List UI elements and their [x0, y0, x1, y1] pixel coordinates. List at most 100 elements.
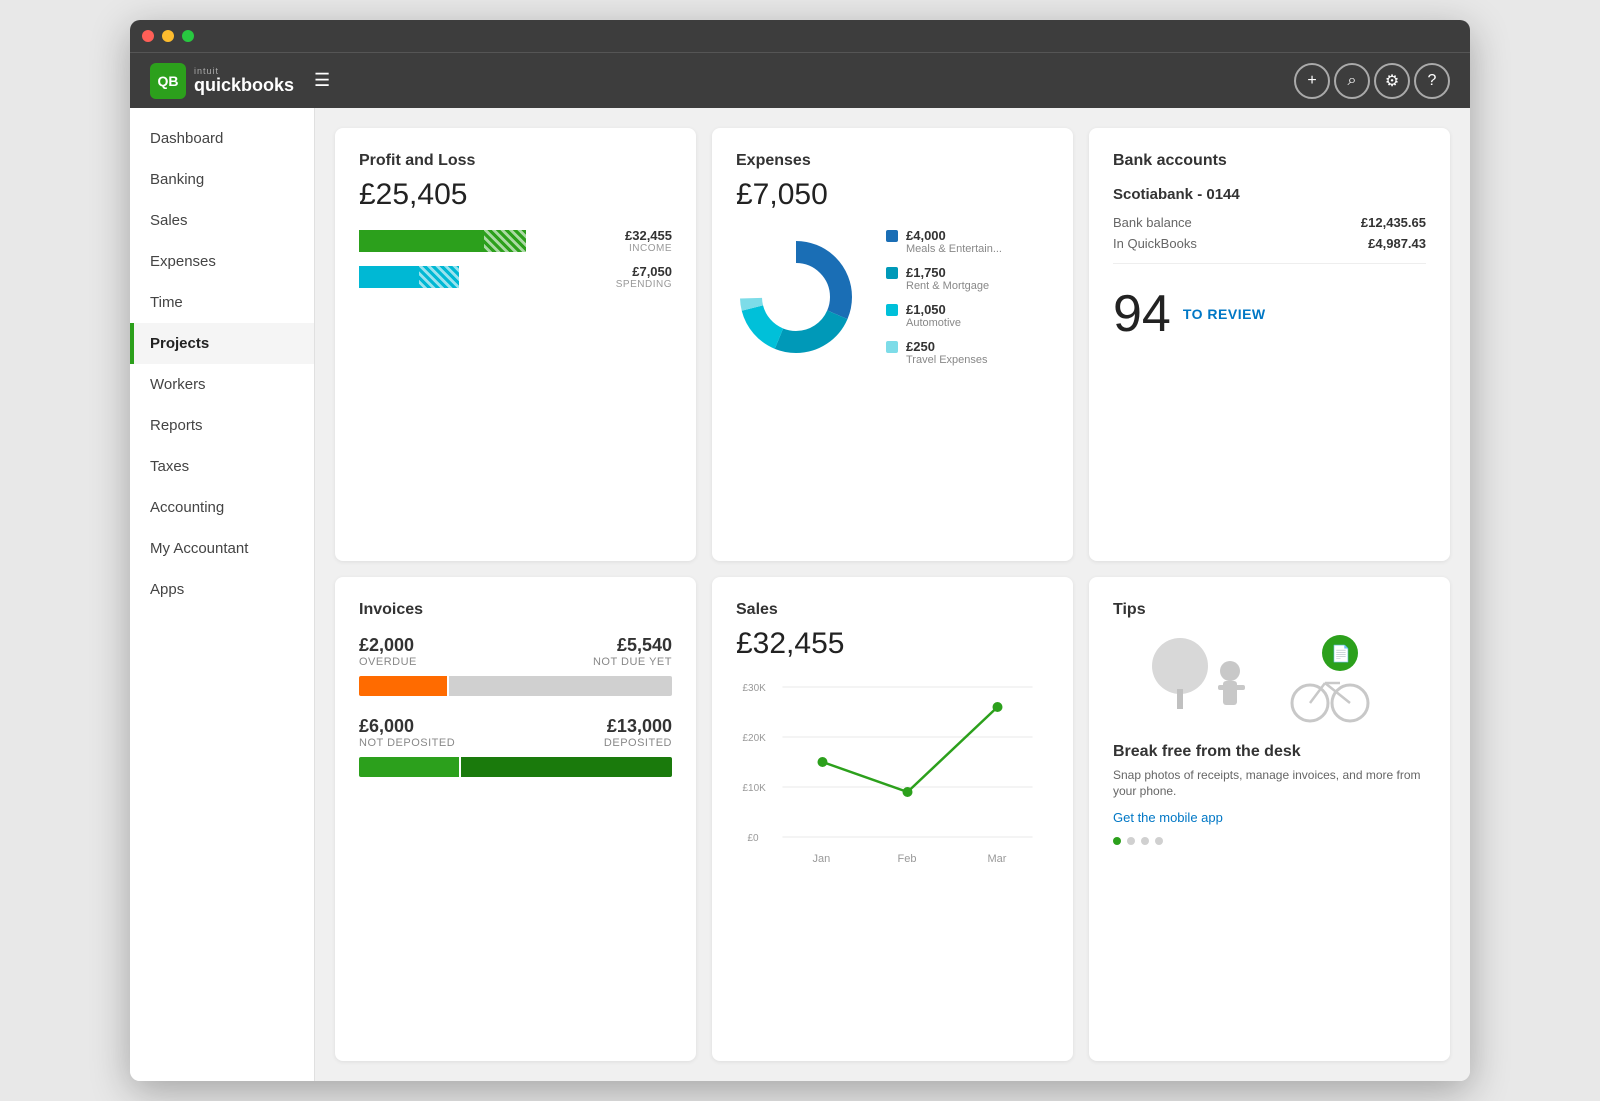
- deposited-section: £13,000 DEPOSITED: [604, 716, 672, 749]
- income-bar-row: £32,455 INCOME: [359, 228, 672, 254]
- deposit-bar: [359, 757, 672, 777]
- divider: [1113, 263, 1426, 264]
- income-bar: [359, 230, 526, 252]
- review-label[interactable]: TO REVIEW: [1183, 306, 1266, 322]
- tips-dot-3[interactable]: [1141, 837, 1149, 845]
- bank-balance-label: Bank balance: [1113, 215, 1192, 230]
- legend-desc-auto: Automotive: [906, 317, 961, 329]
- qb-icon: QB: [150, 63, 186, 99]
- profit-loss-title: Profit and Loss: [359, 152, 672, 170]
- sidebar-item-projects[interactable]: Projects: [130, 323, 314, 364]
- sidebar-item-reports[interactable]: Reports: [130, 405, 314, 446]
- title-bar: [130, 20, 1470, 52]
- sidebar-item-workers[interactable]: Workers: [130, 364, 314, 405]
- overdue-value: £2,000: [359, 635, 417, 656]
- notdeposited-bar: [359, 757, 459, 777]
- profit-loss-bars: £32,455 INCOME £7,050 SPENDING: [359, 228, 672, 290]
- income-subtext: INCOME: [592, 243, 672, 254]
- overdue-bar: [359, 676, 447, 696]
- legend-travel: £250 Travel Expenses: [886, 339, 1049, 366]
- spending-subtext: SPENDING: [592, 279, 672, 290]
- tips-link[interactable]: Get the mobile app: [1113, 810, 1426, 825]
- notdue-label: NOT DUE YET: [593, 656, 672, 668]
- income-bar-container: [359, 230, 582, 252]
- svg-text:£0: £0: [748, 833, 760, 844]
- qb-balance-row: In QuickBooks £4,987.43: [1113, 236, 1426, 251]
- review-section: 94 TO REVIEW: [1113, 284, 1426, 344]
- expenses-donut-chart: [736, 237, 866, 367]
- sidebar-item-accounting[interactable]: Accounting: [130, 487, 314, 528]
- tips-card-title: Break free from the desk: [1113, 743, 1426, 761]
- deposited-label: DEPOSITED: [604, 737, 672, 749]
- deposited-bar: [461, 757, 672, 777]
- expenses-legend: £4,000 Meals & Entertain... £1,750 Rent …: [886, 228, 1049, 376]
- bank-accounts-card: Bank accounts Scotiabank - 0144 Bank bal…: [1089, 128, 1450, 561]
- qb-text: intuit quickbooks: [194, 67, 294, 94]
- invoices-title: Invoices: [359, 601, 672, 619]
- search-button[interactable]: ⌕: [1334, 63, 1370, 99]
- header-left: QB intuit quickbooks ☰: [150, 63, 334, 99]
- spending-value: £7,050: [592, 264, 672, 279]
- tips-illustration: 📄: [1113, 631, 1426, 731]
- legend-text-meals: £4,000 Meals & Entertain...: [906, 228, 1002, 255]
- spending-bar: [359, 266, 459, 288]
- sidebar-item-taxes[interactable]: Taxes: [130, 446, 314, 487]
- tips-card-desc: Snap photos of receipts, manage invoices…: [1113, 767, 1426, 801]
- review-number: 94: [1113, 284, 1171, 344]
- legend-text-auto: £1,050 Automotive: [906, 302, 961, 329]
- settings-button[interactable]: ⚙: [1374, 63, 1410, 99]
- legend-text-rent: £1,750 Rent & Mortgage: [906, 265, 989, 292]
- bank-balance-row: Bank balance £12,435.65: [1113, 215, 1426, 230]
- qb-icon-label: QB: [158, 73, 179, 89]
- income-label: £32,455 INCOME: [592, 228, 672, 254]
- notdue-section: £5,540 NOT DUE YET: [593, 635, 672, 668]
- sidebar-item-dashboard[interactable]: Dashboard: [130, 118, 314, 159]
- header-right: + ⌕ ⚙ ?: [1294, 63, 1450, 99]
- legend-dot-meals: [886, 230, 898, 242]
- add-button[interactable]: +: [1294, 63, 1330, 99]
- legend-amount-travel: £250: [906, 339, 988, 354]
- sidebar-item-banking[interactable]: Banking: [130, 159, 314, 200]
- legend-desc-travel: Travel Expenses: [906, 354, 988, 366]
- legend-dot-auto: [886, 304, 898, 316]
- close-btn[interactable]: [142, 30, 154, 42]
- notdeposited-section: £6,000 NOT DEPOSITED: [359, 716, 455, 749]
- qb-name-label: quickbooks: [194, 76, 294, 94]
- overdue-label: OVERDUE: [359, 656, 417, 668]
- tips-dot-4[interactable]: [1155, 837, 1163, 845]
- bank-accounts-title: Bank accounts: [1113, 152, 1426, 170]
- svg-text:Jan: Jan: [813, 853, 831, 865]
- sidebar-item-expenses[interactable]: Expenses: [130, 241, 314, 282]
- invoices-top: £2,000 OVERDUE £5,540 NOT DUE YET: [359, 635, 672, 668]
- invoices-bottom: £6,000 NOT DEPOSITED £13,000 DEPOSITED: [359, 716, 672, 749]
- notdeposited-label: NOT DEPOSITED: [359, 737, 455, 749]
- sidebar-item-sales[interactable]: Sales: [130, 200, 314, 241]
- minimize-btn[interactable]: [162, 30, 174, 42]
- deposited-value: £13,000: [604, 716, 672, 737]
- legend-desc-rent: Rent & Mortgage: [906, 280, 989, 292]
- sales-amount: £32,455: [736, 627, 1049, 661]
- tips-dot-1[interactable]: [1113, 837, 1121, 845]
- sidebar-item-my-accountant[interactable]: My Accountant: [130, 528, 314, 569]
- hamburger-icon[interactable]: ☰: [310, 66, 334, 95]
- qb-balance-value: £4,987.43: [1368, 236, 1426, 251]
- legend-auto: £1,050 Automotive: [886, 302, 1049, 329]
- qb-balance-label: In QuickBooks: [1113, 236, 1197, 251]
- maximize-btn[interactable]: [182, 30, 194, 42]
- expenses-card: Expenses £7,050: [712, 128, 1073, 561]
- logo: QB intuit quickbooks: [150, 63, 294, 99]
- sidebar-item-time[interactable]: Time: [130, 282, 314, 323]
- help-button[interactable]: ?: [1414, 63, 1450, 99]
- sidebar-item-apps[interactable]: Apps: [130, 569, 314, 610]
- bank-balance-value: £12,435.65: [1361, 215, 1426, 230]
- svg-text:Feb: Feb: [898, 853, 917, 865]
- legend-desc-meals: Meals & Entertain...: [906, 243, 1002, 255]
- tips-title: Tips: [1113, 601, 1426, 619]
- tips-dots: [1113, 837, 1426, 845]
- app-window: QB intuit quickbooks ☰ + ⌕ ⚙ ? Dashboard…: [130, 20, 1470, 1081]
- profit-loss-card: Profit and Loss £25,405 £32,455 INCOME: [335, 128, 696, 561]
- overdue-section: £2,000 OVERDUE: [359, 635, 417, 668]
- svg-text:£10K: £10K: [743, 783, 767, 794]
- tips-dot-2[interactable]: [1127, 837, 1135, 845]
- legend-dot-travel: [886, 341, 898, 353]
